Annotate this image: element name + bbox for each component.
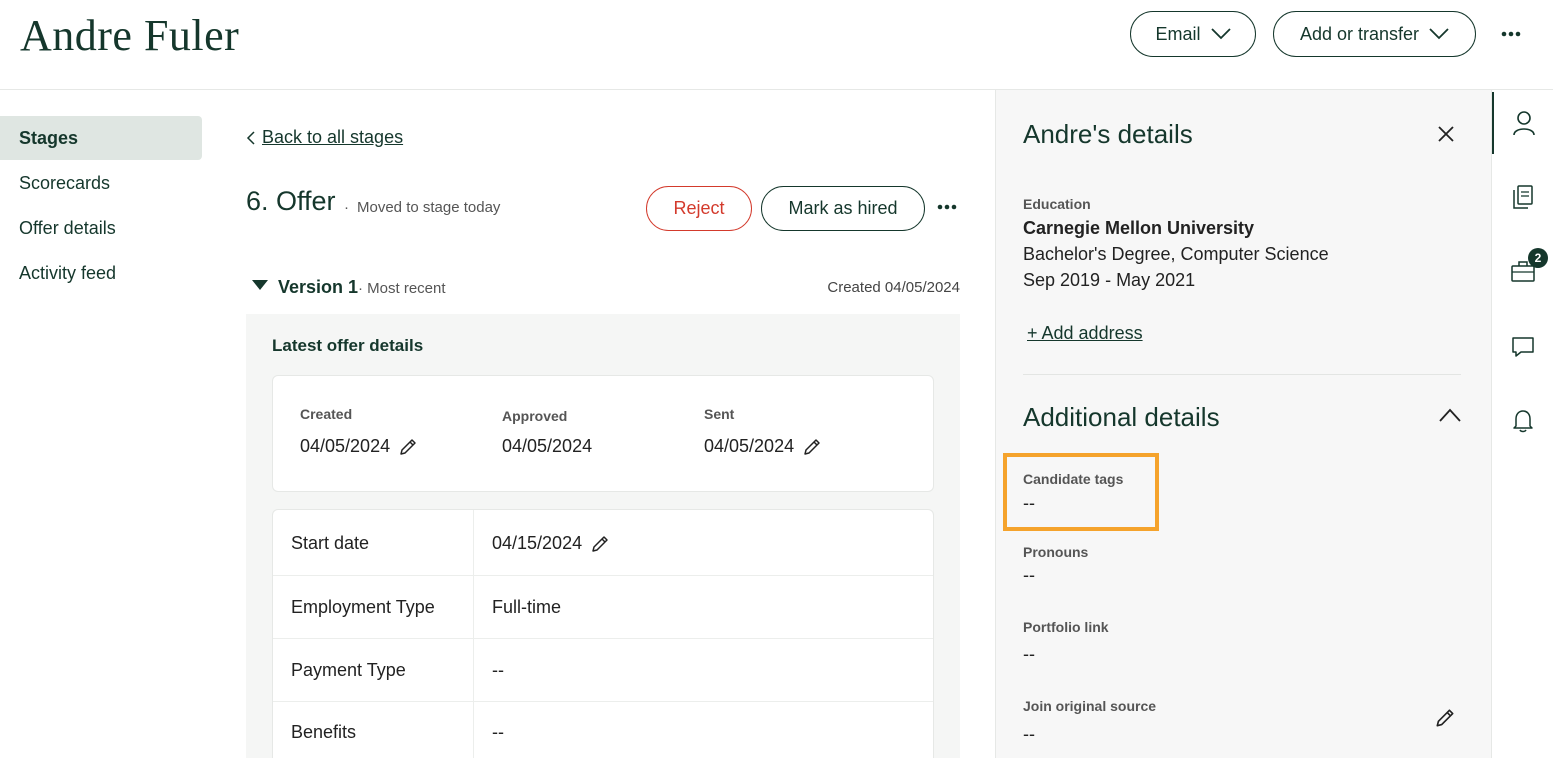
nav-item-offer-details[interactable]: Offer details	[0, 206, 202, 250]
nav-item-activity-feed[interactable]: Activity feed	[0, 251, 202, 295]
version-row: Version 1 · Most recent Created 04/05/20…	[246, 276, 960, 300]
add-or-transfer-label: Add or transfer	[1299, 23, 1420, 44]
jobs-count-badge: 2	[1528, 248, 1548, 268]
back-to-stages-link[interactable]: Back to all stages	[246, 127, 403, 148]
field-label: Employment Type	[291, 597, 435, 617]
more-options-icon[interactable]	[1496, 22, 1526, 46]
close-icon[interactable]	[1436, 124, 1456, 144]
nav-item-stages[interactable]: Stages	[0, 116, 202, 160]
offer-fields-table: Start date 04/15/2024 Employment Type Fu…	[272, 509, 934, 758]
stage-title: 6. Offer	[246, 186, 336, 216]
offer-heading: Latest offer details	[272, 336, 424, 355]
table-row: Benefits --	[273, 702, 933, 758]
date-approved: Approved 04/05/2024	[502, 408, 592, 457]
chevron-down-icon	[1210, 28, 1231, 40]
source-value: --	[1023, 724, 1035, 744]
date-label: Created	[300, 406, 353, 422]
page-header: Andre Fuler Email Add or transfer	[0, 0, 1553, 90]
field-value: --	[492, 660, 504, 680]
education-dates: Sep 2019 - May 2021	[1023, 270, 1196, 290]
separator-dot: ·	[344, 199, 349, 216]
rail-documents-button[interactable]	[1492, 166, 1553, 228]
reject-button[interactable]: Reject	[646, 186, 752, 231]
date-value: 04/05/2024	[502, 436, 593, 456]
chevron-up-icon[interactable]	[1439, 408, 1461, 422]
offer-dates-box: Created 04/05/2024 Approved 04/05/2024 S…	[272, 375, 934, 492]
stage-more-options-icon[interactable]	[934, 196, 960, 218]
stage-subtitle: · Moved to stage today	[344, 199, 500, 216]
date-label: Sent	[704, 406, 735, 422]
nav-item-scorecards[interactable]: Scorecards	[0, 161, 202, 205]
candidate-name: Andre Fuler	[20, 11, 240, 60]
offer-card: Latest offer details Created 04/05/2024 …	[246, 314, 960, 758]
pencil-icon[interactable]	[590, 534, 610, 554]
pencil-icon[interactable]	[398, 437, 418, 457]
rail-messages-button[interactable]	[1492, 316, 1553, 378]
version-subtitle: · Most recent	[358, 280, 446, 297]
chat-icon	[1512, 337, 1534, 357]
details-title: Andre's details	[1023, 119, 1193, 149]
email-button[interactable]: Email	[1130, 11, 1256, 57]
date-value-row: 04/05/2024	[300, 436, 418, 457]
field-label: Benefits	[291, 722, 357, 742]
left-nav: Stages Scorecards Offer details Activity…	[0, 116, 202, 296]
pronouns-value: --	[1023, 565, 1035, 585]
date-created: Created 04/05/2024	[300, 406, 418, 457]
field-value-row: 04/15/2024	[492, 533, 610, 554]
field-value: Full-time	[492, 597, 562, 617]
documents-icon	[1513, 185, 1533, 209]
right-rail: 2	[1491, 90, 1553, 758]
email-button-label: Email	[1155, 23, 1201, 44]
candidate-tags-value: --	[1023, 493, 1035, 513]
pronouns-label: Pronouns	[1023, 544, 1089, 560]
person-icon	[1513, 111, 1535, 136]
chevron-left-icon	[246, 130, 255, 145]
date-label: Approved	[502, 408, 568, 424]
add-address-link[interactable]: + Add address	[1027, 323, 1143, 344]
stage-moved-text: Moved to stage today	[357, 199, 501, 216]
source-label: Join original source	[1023, 698, 1157, 714]
rail-details-button[interactable]	[1492, 92, 1553, 154]
field-value: 04/15/2024	[492, 533, 583, 553]
table-row: Payment Type --	[273, 639, 933, 702]
pencil-icon[interactable]	[1434, 707, 1456, 729]
education-degree: Bachelor's Degree, Computer Science	[1023, 244, 1329, 264]
additional-details-title: Additional details	[1023, 402, 1220, 432]
rail-jobs-button[interactable]: 2	[1492, 240, 1553, 302]
chevron-down-icon	[1429, 28, 1449, 40]
version-created-date: Created 04/05/2024	[827, 279, 960, 296]
back-link-label: Back to all stages	[262, 127, 404, 147]
table-row: Start date 04/15/2024	[273, 510, 933, 576]
date-value: 04/05/2024	[300, 436, 391, 456]
caret-down-icon[interactable]	[252, 280, 268, 290]
candidate-tags-label: Candidate tags	[1023, 471, 1124, 487]
rail-notifications-button[interactable]	[1492, 390, 1553, 452]
highlight-box	[1003, 453, 1159, 531]
education-school: Carnegie Mellon University	[1023, 218, 1255, 238]
pencil-icon[interactable]	[802, 437, 822, 457]
add-or-transfer-button[interactable]: Add or transfer	[1273, 11, 1476, 57]
bell-icon	[1513, 410, 1533, 433]
field-value: --	[492, 722, 504, 742]
portfolio-label: Portfolio link	[1023, 619, 1109, 635]
main-content: Back to all stages 6. Offer · Moved to st…	[246, 90, 960, 758]
date-value-row: 04/05/2024	[502, 436, 592, 457]
date-sent: Sent 04/05/2024	[704, 406, 822, 457]
table-row: Employment Type Full-time	[273, 576, 933, 639]
mark-as-hired-button[interactable]: Mark as hired	[761, 186, 925, 231]
date-value: 04/05/2024	[704, 436, 795, 456]
education-label: Education	[1023, 196, 1091, 212]
divider	[1023, 374, 1461, 375]
field-label: Start date	[291, 533, 370, 553]
portfolio-value: --	[1023, 644, 1035, 664]
date-value-row: 04/05/2024	[704, 436, 822, 457]
field-label: Payment Type	[291, 660, 406, 680]
version-label: Version 1	[278, 277, 359, 297]
details-drawer: Andre's details Education Carnegie Mello…	[995, 90, 1491, 758]
